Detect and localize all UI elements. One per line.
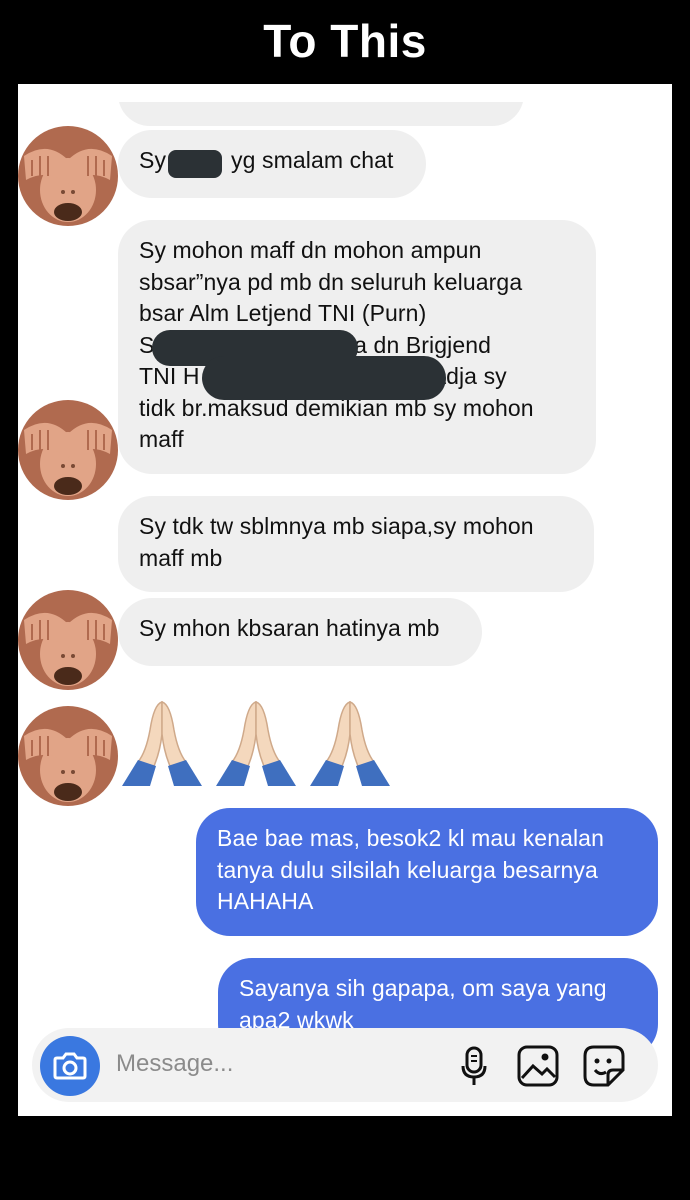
message-line: sbsar”nya pd mb dn seluruh keluarga <box>139 268 523 295</box>
redaction-bar <box>202 356 446 400</box>
see-no-evil-monkey-avatar[interactable] <box>18 700 118 808</box>
chat-screen[interactable]: Assalamualaikum mohon izin mb Sy yg smal… <box>18 84 672 1116</box>
message-line: tanya dulu silsilah keluarga besarnya <box>217 856 598 883</box>
message-line: HAHAHA <box>217 888 314 914</box>
message-line: Sayanya sih gapapa, om saya yang <box>239 975 607 1001</box>
message-text: yg smalam chat <box>231 147 394 173</box>
meme-title: To This <box>263 15 427 67</box>
scroll-clip <box>18 84 672 102</box>
message-composer[interactable]: Message... <box>32 1028 658 1102</box>
message-bubble[interactable]: Sy yg smalam chat <box>118 130 426 198</box>
camera-button[interactable] <box>40 1036 100 1096</box>
message-input[interactable]: Message... <box>116 1050 233 1078</box>
message-line: Bae bae mas, besok2 kl mau kenalan <box>217 825 604 851</box>
message-line: maff <box>139 426 184 452</box>
message-line: Sy tdk tw sblmnya mb siapa,sy mohon <box>139 513 534 539</box>
folded-hands-icon[interactable] <box>212 696 300 786</box>
message-bubble-outgoing[interactable]: Bae bae mas, besok2 kl mau kenalan tanya… <box>196 808 658 936</box>
gallery-icon[interactable] <box>516 1044 560 1088</box>
redaction-bar <box>168 150 222 178</box>
message-line: maff mb <box>139 544 223 571</box>
see-no-evil-monkey-avatar[interactable] <box>18 120 118 228</box>
folded-hands-icon[interactable] <box>306 696 394 786</box>
sticker-icon[interactable] <box>582 1044 626 1088</box>
see-no-evil-monkey-avatar[interactable] <box>18 584 118 692</box>
see-no-evil-monkey-avatar[interactable] <box>18 394 118 502</box>
message-text: Sy <box>139 147 167 173</box>
message-bubble[interactable]: Sy mhon kbsaran hatinya mb <box>118 598 482 666</box>
message-line: Sy mohon maff dn mohon ampun <box>139 237 482 263</box>
microphone-icon[interactable] <box>452 1044 496 1088</box>
message-bubble[interactable]: Sy tdk tw sblmnya mb siapa,sy mohon maff… <box>118 496 594 592</box>
message-line: Sy mhon kbsaran hatinya mb <box>139 615 440 641</box>
folded-hands-icon[interactable] <box>118 696 206 786</box>
message-line: bsar Alm Letjend TNI (Purn) <box>139 300 427 326</box>
camera-icon <box>53 1052 87 1080</box>
